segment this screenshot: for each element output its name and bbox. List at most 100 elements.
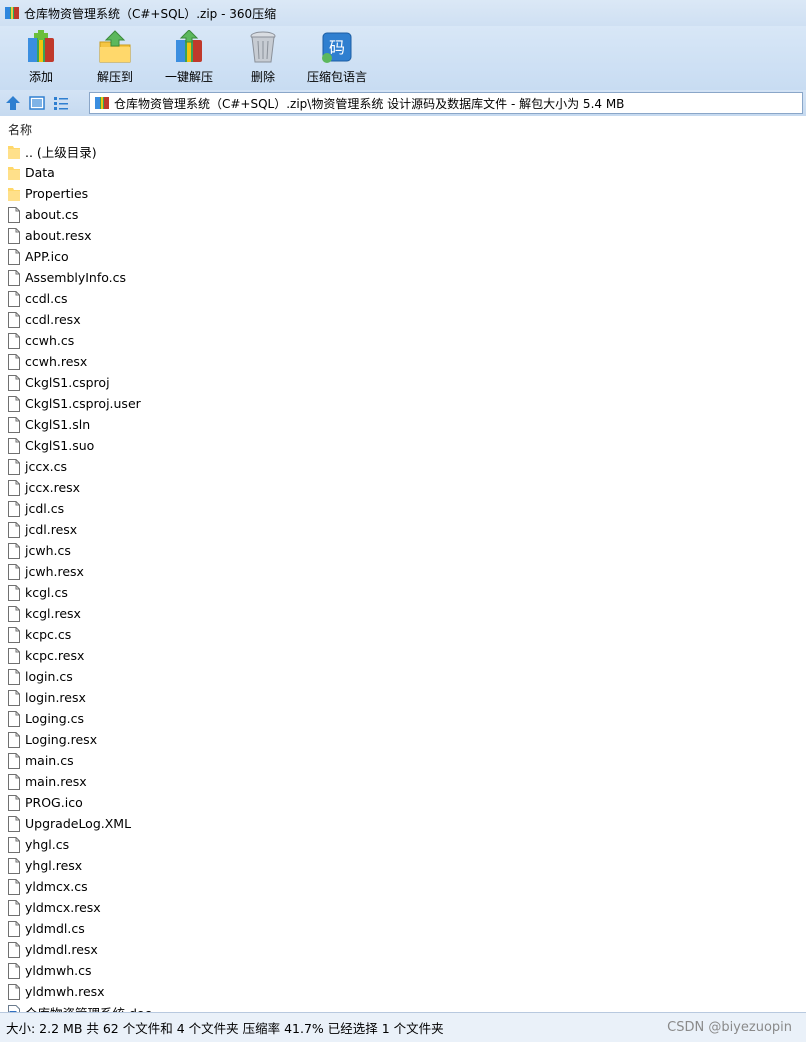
- path-field[interactable]: 仓库物资管理系统（C#+SQL）.zip\物资管理系统 设计源码及数据库文件 -…: [89, 92, 803, 114]
- file-list-item[interactable]: yldmdl.resx: [0, 939, 806, 960]
- file-name: jcdl.resx: [25, 522, 78, 537]
- file-name: main.resx: [25, 774, 87, 789]
- file-list-item[interactable]: Data: [0, 162, 806, 183]
- file-name: about.cs: [25, 207, 79, 222]
- file-icon: [8, 647, 20, 664]
- file-list-item[interactable]: kcpc.cs: [0, 624, 806, 645]
- file-name: ccdl.cs: [25, 291, 68, 306]
- file-name: UpgradeLog.XML: [25, 816, 132, 831]
- file-name: yldmdl.resx: [25, 942, 98, 957]
- file-list-item[interactable]: kcpc.resx: [0, 645, 806, 666]
- file-icon: [8, 542, 20, 559]
- file-name: login.cs: [25, 669, 73, 684]
- file-list-item[interactable]: yldmwh.cs: [0, 960, 806, 981]
- file-icon: [8, 899, 20, 916]
- file-list-item[interactable]: ccdl.resx: [0, 309, 806, 330]
- file-name: yldmwh.resx: [25, 984, 105, 999]
- file-list-item[interactable]: jccx.cs: [0, 456, 806, 477]
- file-list-item[interactable]: yldmwh.resx: [0, 981, 806, 1002]
- file-name: Loging.cs: [25, 711, 85, 726]
- file-list-item[interactable]: yldmcx.resx: [0, 897, 806, 918]
- file-list-item[interactable]: main.cs: [0, 750, 806, 771]
- one-click-extract-button[interactable]: 一键解压: [152, 26, 226, 92]
- file-list: .. (上级目录) Data Properties about.cs about.res…: [0, 141, 806, 1012]
- column-header-row: 名称: [0, 119, 806, 139]
- file-icon: [8, 311, 20, 328]
- list-view-button[interactable]: [50, 92, 72, 114]
- file-list-item[interactable]: yldmdl.cs: [0, 918, 806, 939]
- file-icon: [8, 731, 20, 748]
- name-column-header[interactable]: 名称: [8, 121, 32, 138]
- file-list-item[interactable]: ccdl.cs: [0, 288, 806, 309]
- file-list-item[interactable]: ccwh.resx: [0, 351, 806, 372]
- up-arrow-icon: [6, 96, 20, 110]
- file-list-item[interactable]: CkglS1.csproj.user: [0, 393, 806, 414]
- file-name: kcgl.cs: [25, 585, 68, 600]
- file-name: ccwh.cs: [25, 333, 75, 348]
- file-name: CkglS1.csproj.user: [25, 396, 141, 411]
- file-list-item[interactable]: CkglS1.sln: [0, 414, 806, 435]
- file-icon: [8, 269, 20, 286]
- file-list-item[interactable]: CkglS1.suo: [0, 435, 806, 456]
- file-icon: [8, 248, 20, 265]
- file-name: .. (上级目录): [25, 145, 97, 160]
- file-list-item[interactable]: yldmcx.cs: [0, 876, 806, 897]
- file-icon: [8, 815, 20, 832]
- file-list-item[interactable]: jcwh.resx: [0, 561, 806, 582]
- file-icon: [8, 605, 20, 622]
- file-name: CkglS1.suo: [25, 438, 95, 453]
- delete-button[interactable]: 删除: [226, 26, 300, 92]
- extract-to-button[interactable]: 解压到: [78, 26, 152, 92]
- file-list-item[interactable]: APP.ico: [0, 246, 806, 267]
- file-list-item[interactable]: yhgl.resx: [0, 855, 806, 876]
- file-name: ccwh.resx: [25, 354, 88, 369]
- window-title: 仓库物资管理系统（C#+SQL）.zip - 360压缩: [24, 6, 277, 21]
- file-icon: [8, 290, 20, 307]
- file-name: login.resx: [25, 690, 86, 705]
- file-name: CkglS1.sln: [25, 417, 91, 432]
- file-icon: [8, 521, 20, 538]
- file-name: yldmdl.cs: [25, 921, 85, 936]
- extract-folder-icon: [99, 30, 131, 63]
- archive-language-button[interactable]: 码 压缩包语言: [300, 26, 374, 92]
- file-list-item[interactable]: UpgradeLog.XML: [0, 813, 806, 834]
- file-list-item[interactable]: jcdl.cs: [0, 498, 806, 519]
- file-list-item[interactable]: kcgl.cs: [0, 582, 806, 603]
- file-list-item[interactable]: login.resx: [0, 687, 806, 708]
- file-list-item[interactable]: jcdl.resx: [0, 519, 806, 540]
- file-list-item[interactable]: AssemblyInfo.cs: [0, 267, 806, 288]
- file-list-item[interactable]: 仓库物资管理系统.doc: [0, 1002, 806, 1012]
- file-icon: [8, 794, 20, 811]
- file-list-item[interactable]: .. (上级目录): [0, 141, 806, 162]
- file-list-item[interactable]: main.resx: [0, 771, 806, 792]
- file-list-item[interactable]: CkglS1.csproj: [0, 372, 806, 393]
- thumbnail-view-icon: [29, 96, 45, 110]
- file-list-item[interactable]: ccwh.cs: [0, 330, 806, 351]
- file-name: PROG.ico: [25, 795, 83, 810]
- file-icon: [8, 710, 20, 727]
- file-list-item[interactable]: login.cs: [0, 666, 806, 687]
- toolbar: 添加 解压到 一键解压 删除 码 压缩包语言: [0, 26, 806, 90]
- file-list-item[interactable]: about.resx: [0, 225, 806, 246]
- folder-icon: [8, 187, 20, 201]
- file-list-item[interactable]: jcwh.cs: [0, 540, 806, 561]
- watermark: CSDN @biyezuopin: [667, 1020, 792, 1035]
- file-list-item[interactable]: about.cs: [0, 204, 806, 225]
- file-list-item[interactable]: kcgl.resx: [0, 603, 806, 624]
- file-list-item[interactable]: jccx.resx: [0, 477, 806, 498]
- file-icon: [8, 689, 20, 706]
- list-view-icon: [54, 97, 68, 110]
- thumbnail-view-button[interactable]: [26, 92, 48, 114]
- file-icon: [8, 584, 20, 601]
- up-level-button[interactable]: [2, 92, 24, 114]
- file-list-item[interactable]: Loging.resx: [0, 729, 806, 750]
- file-list-item[interactable]: PROG.ico: [0, 792, 806, 813]
- trash-bin-icon: [250, 31, 276, 63]
- file-name: kcpc.cs: [25, 627, 72, 642]
- file-icon: [8, 395, 20, 412]
- file-list-item[interactable]: yhgl.cs: [0, 834, 806, 855]
- add-button[interactable]: 添加: [4, 26, 78, 92]
- file-list-item[interactable]: Properties: [0, 183, 806, 204]
- file-list-item[interactable]: Loging.cs: [0, 708, 806, 729]
- folder-icon: [8, 166, 20, 180]
